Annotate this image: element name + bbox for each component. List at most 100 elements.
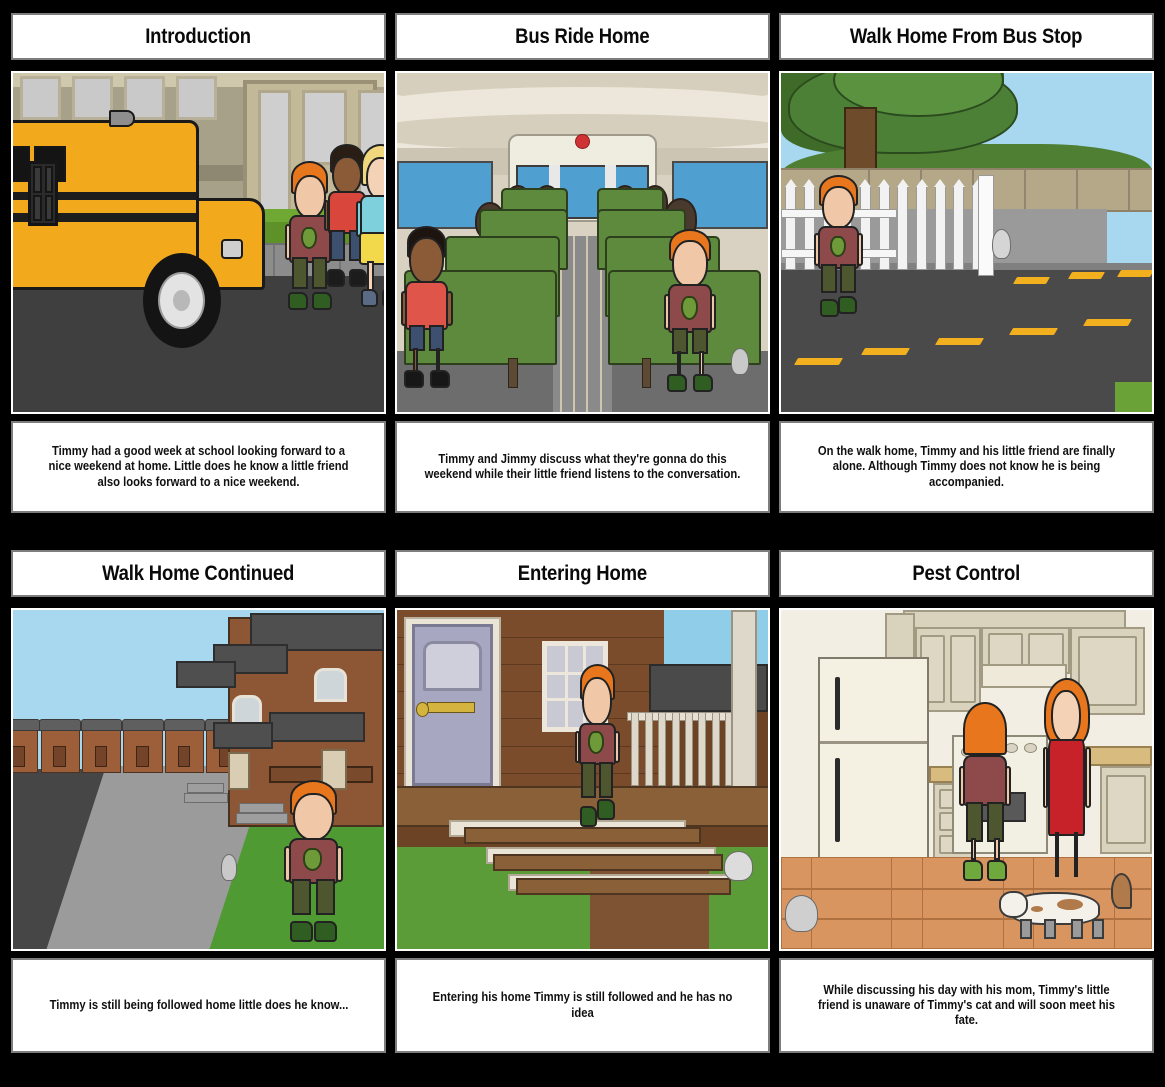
cell-title-box-2[interactable]: Bus Ride Home xyxy=(395,13,770,60)
porch-roof xyxy=(213,721,273,749)
cell-image-frame-2[interactable] xyxy=(395,71,770,414)
scene-bus-interior xyxy=(397,73,768,412)
porch-column xyxy=(730,610,757,814)
cat-head xyxy=(998,891,1029,918)
cell-caption-2: Timmy and Jimmy discuss what they're gon… xyxy=(424,451,741,481)
school-window xyxy=(20,76,62,121)
shoe xyxy=(360,289,379,307)
baluster xyxy=(698,711,707,787)
arm xyxy=(284,223,291,260)
mail-slot xyxy=(426,701,475,714)
arm xyxy=(709,294,717,330)
cabinet-door[interactable] xyxy=(1028,633,1065,669)
cell-image-frame-3[interactable] xyxy=(779,71,1154,414)
arm xyxy=(575,730,581,764)
cell-title-box-1[interactable]: Introduction xyxy=(11,13,386,60)
door-knob[interactable] xyxy=(415,701,429,717)
front-door xyxy=(13,745,25,767)
mouse-character xyxy=(730,347,750,375)
hair xyxy=(963,701,1007,756)
arm xyxy=(1004,766,1012,806)
cell-title-box-5[interactable]: Entering Home xyxy=(395,550,770,597)
wheel-hub-center xyxy=(173,289,191,311)
shoe xyxy=(311,292,332,311)
cell-caption-box-6[interactable]: While discussing his day with his mom, T… xyxy=(779,958,1154,1053)
cell-caption-box-5[interactable]: Entering his home Timmy is still followe… xyxy=(395,958,770,1053)
townhouse xyxy=(122,719,164,773)
shorts xyxy=(821,264,837,293)
arm xyxy=(959,766,966,806)
front-door xyxy=(94,745,108,767)
fridge-handle[interactable] xyxy=(835,758,841,842)
cat-leg xyxy=(1020,919,1033,939)
fridge-handle[interactable] xyxy=(835,677,841,730)
aisle-line xyxy=(572,235,575,412)
stair-tread xyxy=(515,877,731,895)
shorts xyxy=(987,802,1004,842)
cell-caption-5: Entering his home Timmy is still followe… xyxy=(432,990,733,1020)
refrigerator[interactable] xyxy=(818,657,930,882)
house-window xyxy=(231,694,262,726)
mom-character xyxy=(1041,677,1093,881)
cell-title-1: Introduction xyxy=(145,24,252,48)
road-dash xyxy=(1083,319,1132,327)
boy-timmy-back-view xyxy=(959,701,1012,882)
baluster xyxy=(684,711,693,787)
head xyxy=(409,236,445,285)
alien-logo xyxy=(830,235,846,258)
cabinet-door[interactable] xyxy=(987,633,1024,669)
boy-timmy-alien-shirt xyxy=(664,228,717,392)
stop-button[interactable] xyxy=(575,134,590,150)
shorts xyxy=(315,878,335,915)
alien-logo xyxy=(681,295,698,321)
cell-title-box-3[interactable]: Walk Home From Bus Stop xyxy=(779,13,1154,60)
arm xyxy=(446,290,453,327)
front-door xyxy=(136,745,149,767)
shoe xyxy=(837,295,857,315)
leg xyxy=(994,838,1000,860)
grass-patch xyxy=(1114,381,1152,412)
cat-leg xyxy=(1044,919,1057,939)
fence-picket xyxy=(915,178,928,270)
stair-tread xyxy=(493,854,724,872)
arm xyxy=(400,290,407,327)
mouse-character xyxy=(992,228,1012,260)
cell-image-frame-6[interactable] xyxy=(779,608,1154,951)
cell-title-box-6[interactable]: Pest Control xyxy=(779,550,1154,597)
shorts xyxy=(599,761,614,798)
distant-townhouses xyxy=(13,715,247,773)
cabinet-door[interactable] xyxy=(1105,774,1147,844)
stair-tread xyxy=(463,826,702,844)
fridge-divider xyxy=(820,740,928,744)
cell-title-box-4[interactable]: Walk Home Continued xyxy=(11,550,386,597)
scene-school-bus-outside xyxy=(13,73,384,412)
seat-leg xyxy=(641,357,652,389)
stove-burner xyxy=(1023,743,1037,754)
boy-jimmy-jersey-8 xyxy=(400,225,453,389)
scene-kitchen xyxy=(781,610,1152,949)
cell-image-frame-5[interactable] xyxy=(395,608,770,951)
shorts xyxy=(292,256,308,290)
arm xyxy=(323,199,330,232)
arm xyxy=(664,294,671,330)
head xyxy=(293,174,326,220)
arm xyxy=(336,846,344,882)
floor-tile xyxy=(810,857,893,949)
cell-image-frame-1[interactable] xyxy=(11,71,386,414)
cell-image-frame-4[interactable] xyxy=(11,608,386,951)
shoe xyxy=(289,921,314,943)
scene-front-porch xyxy=(397,610,768,949)
cell-caption-box-1[interactable]: Timmy had a good week at school looking … xyxy=(11,421,386,513)
cabinet-door[interactable] xyxy=(950,635,976,704)
baluster xyxy=(658,711,667,787)
cell-caption-box-4[interactable]: Timmy is still being followed home littl… xyxy=(11,958,386,1053)
shoe xyxy=(313,921,338,943)
mouse-character xyxy=(723,850,754,882)
school-window xyxy=(72,76,114,121)
mouse-character xyxy=(784,894,819,933)
roof xyxy=(13,719,40,732)
baluster xyxy=(711,711,720,787)
cell-caption-box-3[interactable]: On the walk home, Timmy and his little f… xyxy=(779,421,1154,513)
boy-timmy-walking xyxy=(283,779,344,943)
cell-caption-box-2[interactable]: Timmy and Jimmy discuss what they're gon… xyxy=(395,421,770,513)
